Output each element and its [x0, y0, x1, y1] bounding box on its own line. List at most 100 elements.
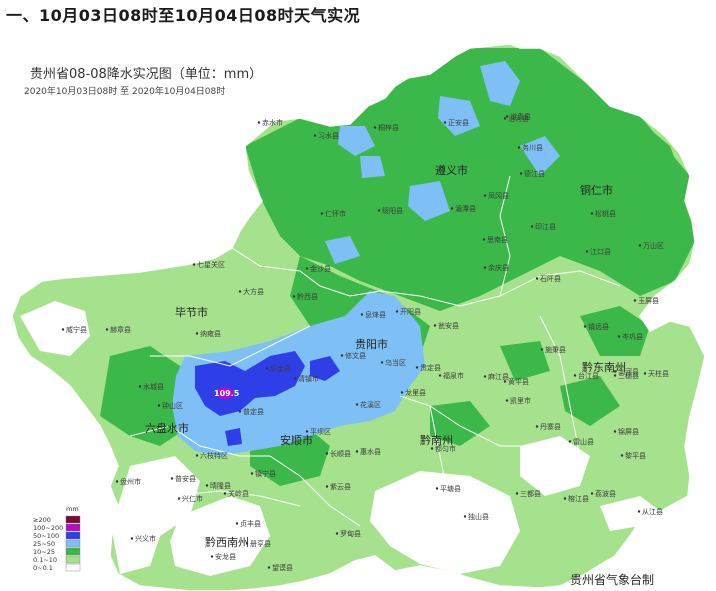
county-marker: [257, 121, 261, 124]
county-label: 平塘县: [440, 484, 461, 493]
legend-label: 25~50: [33, 540, 55, 548]
county-marker: [313, 134, 317, 137]
county-marker: [483, 194, 487, 197]
county-label: 三都县: [520, 490, 541, 498]
county-label: 普安县: [175, 474, 196, 483]
county-label: 长顺县: [330, 449, 351, 458]
county-label: 龙里县: [405, 388, 426, 397]
map-title: 贵州省08-08降水实况图（单位：mm）: [30, 67, 262, 82]
county-marker: [360, 313, 364, 316]
county-marker: [355, 450, 359, 453]
county-marker: [443, 121, 447, 124]
county-marker: [620, 454, 624, 457]
county-marker: [617, 335, 621, 338]
county-label: 从江县: [642, 508, 663, 516]
county-marker: [568, 440, 572, 443]
city-label-guiyang: 贵阳市: [355, 337, 388, 351]
county-label: 岑巩县: [622, 332, 643, 341]
county-marker: [265, 367, 269, 370]
county-label: 万山区: [643, 241, 664, 250]
legend-label: 0~0.1: [33, 564, 53, 572]
county-label: 纳雍县: [200, 329, 221, 338]
county-marker: [450, 207, 454, 210]
county-label: 桐梓县: [378, 123, 399, 132]
county-marker: [530, 225, 534, 228]
county-label: 余庆县: [488, 263, 509, 272]
county-label: 台江县: [578, 371, 599, 380]
city-label-zunyi: 遵义市: [435, 163, 468, 177]
county-marker: [377, 209, 381, 212]
county-label: 沿河县: [508, 114, 529, 123]
county-marker: [540, 348, 544, 351]
county-label: 习水县: [318, 131, 339, 140]
county-marker: [320, 212, 324, 215]
county-label: 册亨县: [250, 539, 271, 548]
county-label: 晴隆县: [210, 481, 231, 490]
county-marker: [373, 126, 377, 129]
county-marker: [515, 492, 519, 495]
county-label: 乌当区: [385, 358, 406, 367]
county-marker: [535, 425, 539, 428]
county-marker: [138, 385, 142, 388]
county-label: 凯里市: [510, 396, 531, 405]
county-marker: [519, 172, 523, 175]
county-label: 务川县: [522, 143, 543, 152]
county-label: 麻江县: [488, 372, 509, 381]
county-marker: [535, 277, 539, 280]
county-marker: [430, 447, 434, 450]
county-label: 罗甸县: [340, 529, 361, 538]
county-marker: [250, 472, 254, 475]
county-marker: [503, 117, 507, 120]
county-marker: [325, 485, 329, 488]
county-marker: [205, 484, 209, 487]
county-marker: [613, 370, 617, 373]
county-label: 三穗县: [618, 371, 639, 380]
legend-unit: mm: [66, 505, 79, 513]
city-label-anshun: 安顺市: [280, 433, 313, 447]
county-label: 镇远县: [588, 322, 609, 331]
county-marker: [238, 290, 242, 293]
county-label: 金沙县: [310, 264, 331, 273]
legend-swatch: [65, 555, 81, 564]
county-label: 都匀市: [435, 444, 456, 453]
county-label: 江口县: [590, 248, 611, 256]
county-label: 丹寨县: [540, 422, 561, 431]
county-marker: [61, 328, 65, 331]
county-marker: [613, 430, 617, 433]
legend-label: ≥200: [33, 516, 51, 524]
county-marker: [325, 452, 329, 455]
county-label: 贞丰县: [240, 519, 261, 528]
county-label: 安龙县: [215, 552, 236, 561]
legend-swatch: [65, 531, 81, 540]
county-marker: [637, 510, 641, 513]
map-period: 2020年10月03日08时 至 2020年10月04日08时: [24, 85, 225, 97]
county-marker: [613, 374, 617, 377]
county-label: 榕江县: [568, 494, 589, 503]
county-label: 绥阳县: [382, 206, 403, 215]
county-label: 黔西县: [297, 292, 318, 301]
county-marker: [505, 399, 509, 402]
county-label: 瓮安县: [438, 321, 459, 330]
county-marker: [583, 325, 587, 328]
legend-swatch: [65, 547, 81, 556]
county-marker: [380, 361, 384, 364]
county-marker: [638, 244, 642, 247]
county-marker: [633, 299, 637, 302]
legend: mm ≥200100~20050~10025~5010~250.1~100~0.…: [33, 505, 81, 572]
page-heading: 一、10月03日08时至10月04日08时天气实况: [6, 6, 361, 25]
county-marker: [157, 404, 161, 407]
county-marker: [235, 522, 239, 525]
county-marker: [433, 324, 437, 327]
legend-label: 100~200: [33, 524, 63, 532]
county-marker: [400, 391, 404, 394]
county-label: 威宁县: [66, 325, 87, 334]
county-label: 锦屏县: [618, 427, 639, 436]
county-marker: [335, 532, 339, 535]
county-marker: [463, 515, 467, 518]
county-label: 紫云县: [330, 483, 351, 491]
county-marker: [293, 377, 297, 380]
county-marker: [210, 555, 214, 558]
county-marker: [355, 403, 359, 406]
county-label: 思南县: [487, 235, 508, 244]
county-marker: [305, 267, 309, 270]
